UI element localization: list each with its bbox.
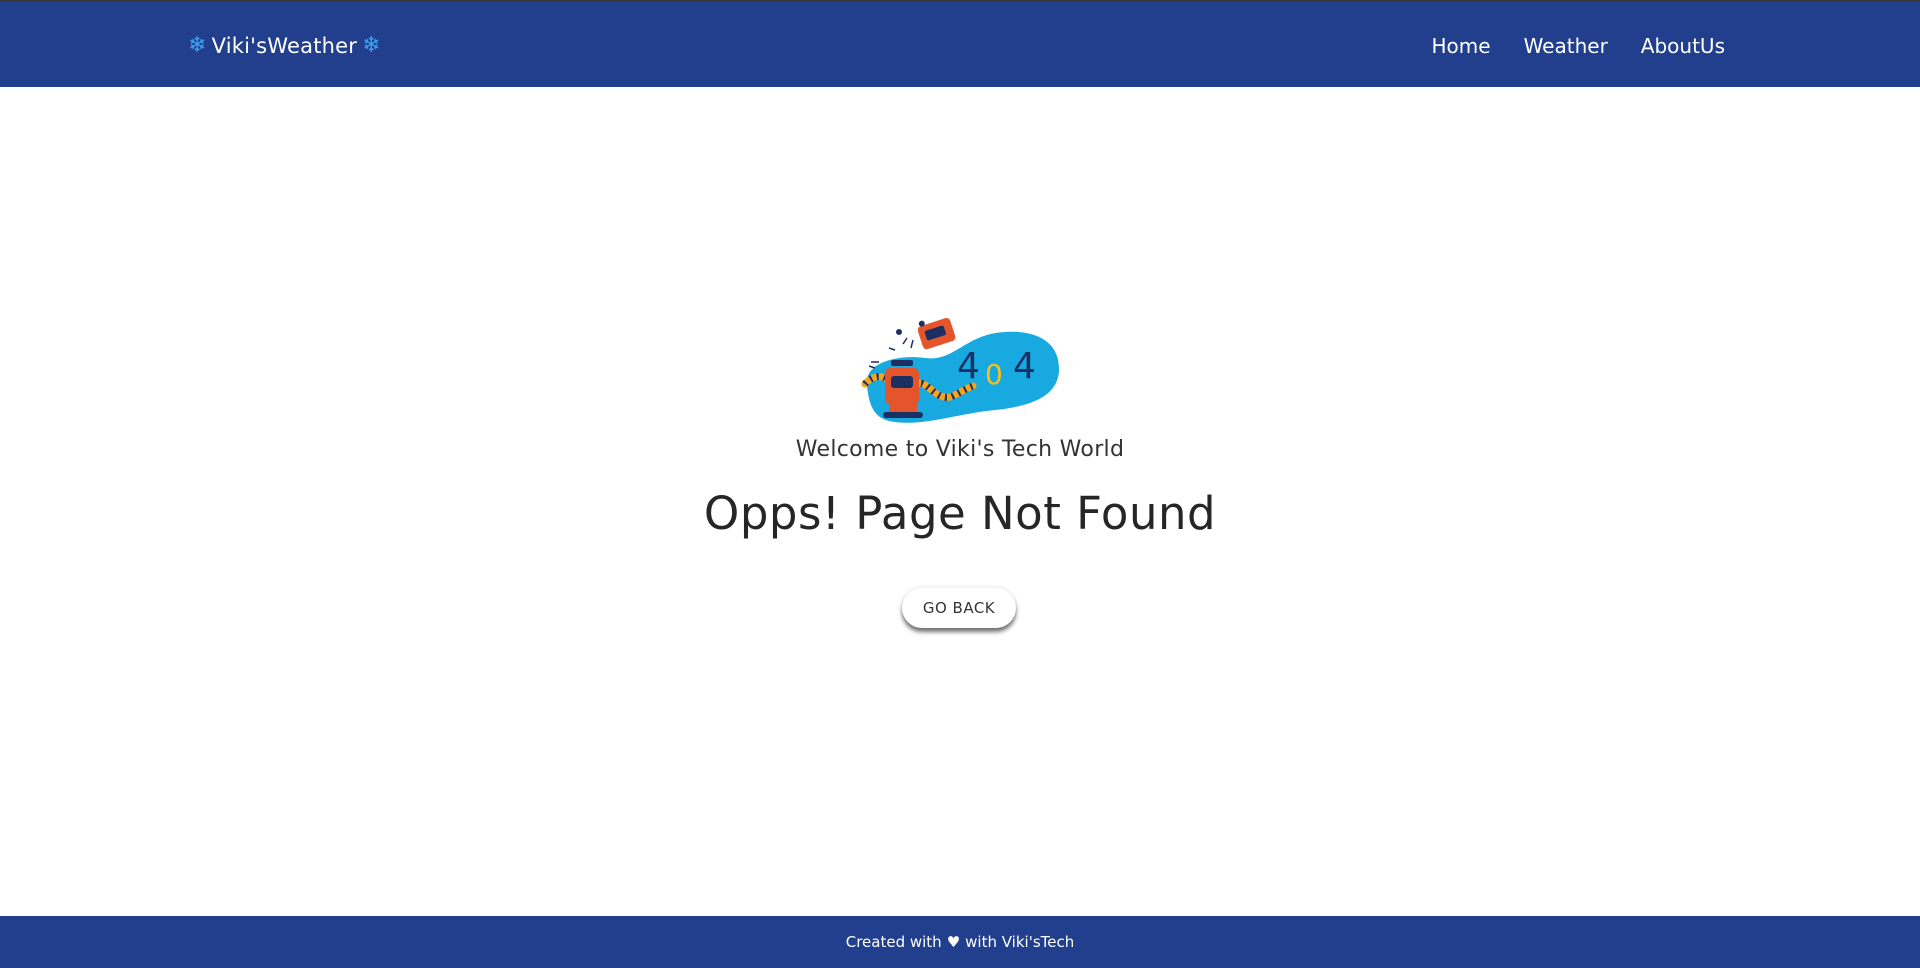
footer: Created with ♥ with Viki'sTech — [0, 916, 1920, 968]
welcome-text: Welcome to Viki's Tech World — [795, 437, 1125, 462]
heart-icon: ♥ — [946, 933, 961, 951]
nav-link-aboutus[interactable]: AboutUs — [1641, 34, 1725, 58]
main-content: 4 0 4 Welcome to Viki's Tech World Opps!… — [0, 87, 1920, 916]
nav-link-weather[interactable]: Weather — [1524, 34, 1608, 58]
nav-link-home[interactable]: Home — [1432, 34, 1491, 58]
nav-links: Home Weather AboutUs — [1432, 30, 1725, 62]
brand[interactable]: ❄ Viki'sWeather ❄ — [188, 30, 381, 62]
snowflake-icon: ❄ — [188, 33, 207, 58]
footer-text-before: Created with — [845, 933, 942, 951]
brand-name: Viki'sWeather — [211, 34, 358, 58]
page-not-found-heading: Opps! Page Not Found — [703, 487, 1217, 540]
footer-text-after: with Viki'sTech — [965, 933, 1075, 951]
digit-4-left: 4 — [957, 346, 980, 387]
404-robot-illustration: 4 0 4 — [861, 317, 1059, 423]
digit-4-right: 4 — [1013, 346, 1036, 387]
go-back-button[interactable]: GO BACK — [902, 588, 1016, 628]
navbar: ❄ Viki'sWeather ❄ Home Weather AboutUs — [0, 2, 1920, 87]
digit-0: 0 — [985, 358, 1003, 391]
snowflake-icon: ❄ — [362, 33, 381, 58]
